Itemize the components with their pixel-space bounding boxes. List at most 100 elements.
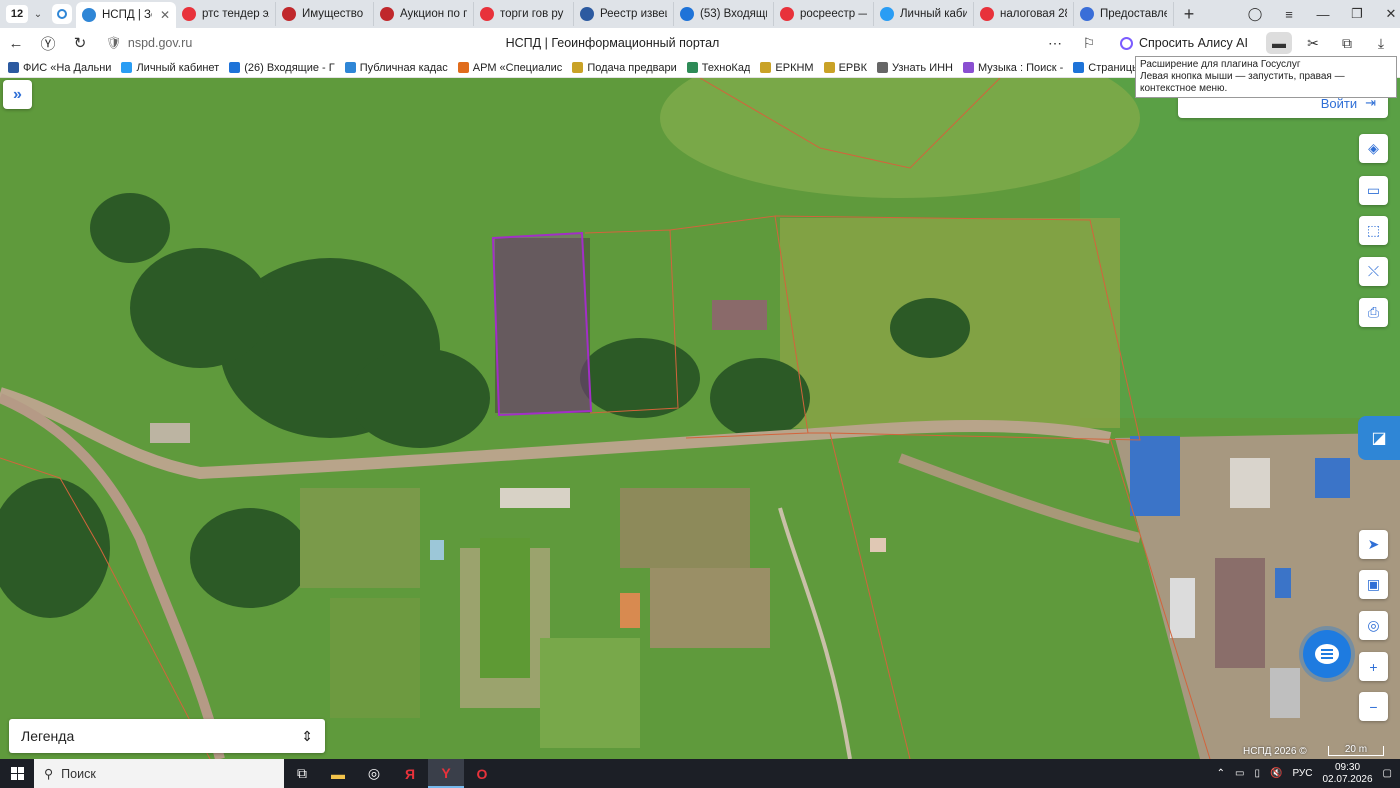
chevron-up-icon[interactable]: ⌃ [1217, 768, 1225, 779]
browser-tab[interactable]: Личный кабин [874, 2, 974, 26]
browser-tab[interactable]: росреестр — Я [774, 2, 874, 26]
browser-tab[interactable]: НСПД | Земля ✕ [76, 2, 176, 28]
bookmark-item[interactable]: Личный кабинет [121, 62, 219, 74]
yandex-home-icon[interactable]: Ⓨ [32, 33, 64, 54]
chevron-down-icon[interactable]: ⌄ [28, 9, 48, 20]
bookmark-label: ЕРВК [838, 61, 868, 74]
browser-tab[interactable]: ртс тендер эле [176, 2, 276, 26]
mail-icon [680, 7, 694, 21]
more-icon[interactable]: ⋯ [1042, 32, 1068, 54]
app-circle-icon[interactable]: ◎ [356, 759, 392, 788]
rts-icon [282, 7, 296, 21]
taskbar-search[interactable]: ⚲ Поиск [34, 759, 284, 788]
bookmark-label: Публичная кадас [359, 61, 448, 74]
tab-label: торги гов ру оф [500, 8, 567, 20]
select-area-icon[interactable]: ⬚ [1359, 216, 1388, 245]
bookmark-item[interactable]: ФИС «На Дальни [8, 62, 111, 74]
bookmark-label: Музыка : Поиск - [978, 61, 1064, 74]
chat-icon [1315, 644, 1339, 664]
ruler-icon[interactable]: ▭ [1359, 176, 1388, 205]
bookmark-icon [877, 62, 889, 73]
battery-icon[interactable]: ▯ [1254, 768, 1260, 779]
bookmark-item[interactable]: АРМ «Специалис [457, 62, 562, 74]
legend-panel[interactable]: Легенда ⇕ [9, 719, 325, 753]
print-icon[interactable]: ⎙ [1359, 298, 1388, 327]
gosuslugi-icon [880, 7, 894, 21]
minimize-button[interactable]: — [1306, 7, 1340, 22]
bookmark-icon [572, 62, 584, 73]
tab-label: НСПД | Земля [102, 9, 152, 21]
satellite-imagery[interactable] [0, 78, 1400, 759]
tab-label: Предоставлени [1100, 8, 1167, 20]
bookmark-item[interactable]: ТехноКад [686, 61, 751, 74]
bookmark-label: Подача предвари [587, 61, 677, 74]
bookmark-item[interactable]: Публичная кадас [344, 61, 448, 74]
selected-parcel[interactable] [491, 231, 593, 417]
ask-alice-button[interactable]: Спросить Алису AI [1110, 33, 1258, 53]
layers-icon[interactable]: ◈ [1359, 134, 1388, 163]
tooltip-line-2: Левая кнопка мыши — запустить, правая — … [1140, 71, 1345, 94]
bookmark-label: Личный кабинет [136, 61, 220, 74]
volume-muted-icon[interactable]: 🔇 [1270, 768, 1282, 779]
expand-panel-button[interactable]: » [3, 80, 32, 109]
new-tab-button[interactable]: + [1178, 3, 1200, 25]
map-canvas[interactable]: » [0, 78, 1400, 759]
extensions-icon[interactable]: ⧉ [1334, 32, 1360, 54]
yandex-browser-icon[interactable]: Y [428, 759, 464, 788]
language-indicator[interactable]: РУС [1292, 768, 1312, 779]
yandex-app-icon[interactable]: Я [392, 759, 428, 788]
browser-tab[interactable]: торги гов ру оф [474, 2, 574, 26]
opera-icon[interactable]: O [464, 759, 500, 788]
close-tab-icon[interactable]: ✕ [160, 8, 170, 22]
clock[interactable]: 09:30 02.07.2026 [1322, 762, 1372, 786]
maximize-button[interactable]: ❐ [1340, 6, 1374, 22]
tools-icon[interactable]: ✂ [1300, 32, 1326, 54]
browser-tab[interactable]: Аукцион по пр [374, 2, 474, 26]
network-icon[interactable]: ▭ [1235, 768, 1244, 779]
tab-label: Имущество [302, 8, 364, 20]
windows-start-button[interactable] [0, 759, 34, 788]
browser-tab[interactable]: (53) Входящие [674, 2, 774, 26]
notifications-icon[interactable]: ▢ [1383, 768, 1392, 779]
locate-icon[interactable]: ◎ [1359, 611, 1388, 640]
bookmark-item[interactable]: (26) Входящие - Г [229, 62, 335, 74]
close-window-button[interactable]: ✕ [1374, 6, 1400, 22]
pinned-tab-icon[interactable] [52, 4, 72, 24]
url-text: nspd.gov.ru [127, 36, 193, 50]
bookmark-label: (26) Входящие - Г [244, 61, 335, 74]
downloads-icon[interactable]: ⤓ [1368, 32, 1394, 54]
reload-button[interactable]: ↻ [64, 34, 96, 52]
tab-count-badge[interactable]: 12 [6, 5, 28, 23]
share-icon[interactable]: ⤬ [1359, 257, 1388, 286]
menu-icon[interactable]: ≡ [1272, 7, 1306, 22]
bookmark-item[interactable]: ЕРВК [823, 61, 868, 74]
minimap-icon[interactable]: ▣ [1359, 570, 1388, 599]
url-field[interactable]: 🛡 nspd.gov.ru [106, 36, 192, 51]
browser-tab[interactable]: Предоставлени [1074, 2, 1174, 26]
bookmark-icon [963, 62, 974, 73]
browser-tab[interactable]: налоговая 28 о [974, 2, 1074, 26]
browser-tab[interactable]: Имущество [276, 2, 374, 26]
task-view-icon[interactable]: ⧉ [284, 759, 320, 788]
bookmark-item[interactable]: Узнать ИНН [877, 62, 953, 74]
clock-date: 02.07.2026 [1322, 773, 1373, 785]
tab-label: ртс тендер эле [202, 8, 269, 20]
chat-button[interactable] [1303, 630, 1351, 678]
bookmark-icon [1073, 62, 1085, 73]
profile-icon[interactable]: ◯ [1238, 6, 1272, 22]
bookmark-item[interactable]: ЕРКНМ [760, 61, 814, 74]
back-button[interactable]: ← [0, 35, 32, 52]
zoom-out-button[interactable]: − [1359, 692, 1388, 721]
browser-tab[interactable]: Реестр извеще [574, 2, 674, 26]
gosuslugi-widget-tab[interactable]: ◪ [1358, 416, 1400, 460]
bookmark-icon[interactable]: ⚐ [1076, 32, 1102, 54]
file-explorer-icon[interactable]: ▬ [320, 759, 356, 788]
bookmark-label: ТехноКад [701, 61, 751, 74]
gosuslugi-plugin-icon[interactable]: ▬ [1266, 32, 1292, 54]
bookmark-label: ЕРКНМ [775, 61, 814, 74]
tab-label: росреестр — Я [800, 8, 867, 20]
navigate-icon[interactable]: ➤ [1359, 530, 1388, 559]
zoom-in-button[interactable]: + [1359, 652, 1388, 681]
bookmark-item[interactable]: Подача предвари [572, 61, 677, 74]
bookmark-item[interactable]: Музыка : Поиск - [963, 62, 1063, 74]
